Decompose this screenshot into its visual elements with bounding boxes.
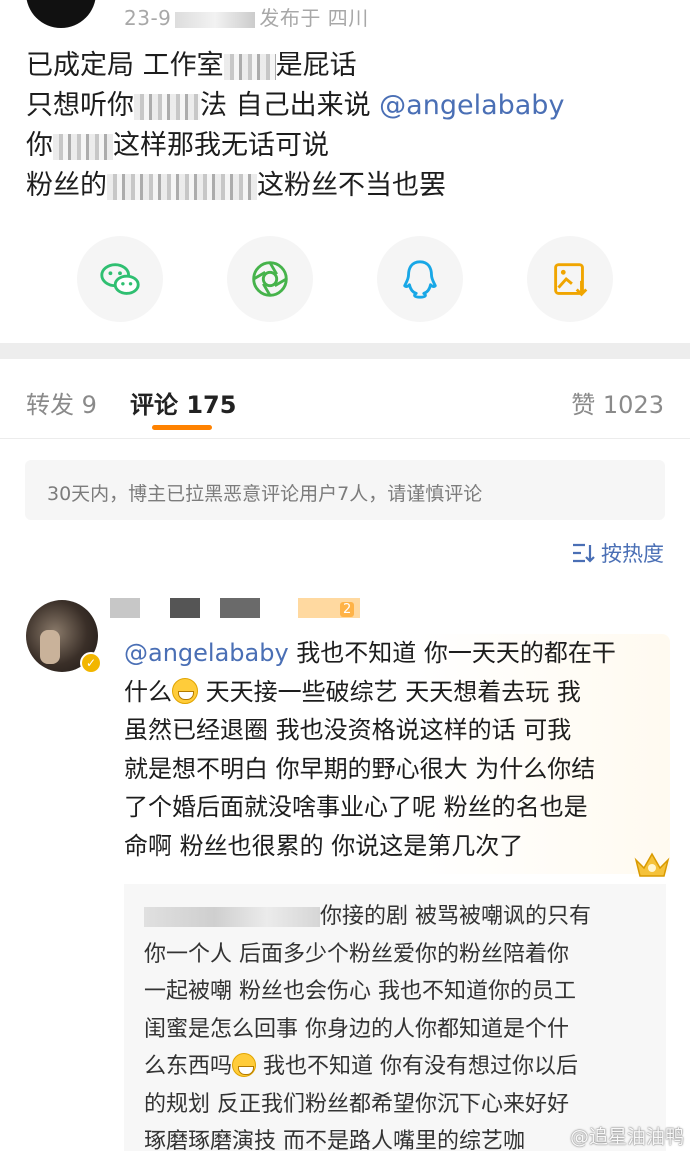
- post-body: 已成定局 工作室 是屁话 只想听你法 自己出来说 @angelababy 你这样那…: [26, 46, 666, 206]
- tab-bar: 转发 9 评论 175 赞 1023: [0, 359, 690, 439]
- post-line: 粉丝的 这粉丝不当也罢: [26, 170, 446, 201]
- post-meta-blur: [175, 11, 256, 28]
- tab-repost[interactable]: 转发 9: [26, 385, 97, 420]
- active-tab-indicator: [152, 425, 212, 430]
- post-location: 发布于 四川: [259, 6, 369, 30]
- comment-text: @angelababy 我也不知道 你一天天的都在干 什么 天天接一些破综艺 天…: [124, 639, 616, 860]
- sort-label: 按热度: [601, 542, 664, 566]
- commenter-name-blur[interactable]: [110, 598, 360, 618]
- reply-author-blur: [144, 907, 320, 927]
- grin-emoji-icon: [172, 677, 198, 704]
- mention-link[interactable]: @angelababy: [124, 639, 289, 667]
- level-badge: 2: [340, 602, 355, 617]
- post-author-avatar[interactable]: [26, 0, 96, 28]
- mosaic-blur: [223, 53, 276, 80]
- share-wechat-button[interactable]: [77, 236, 163, 322]
- sort-icon: [573, 543, 595, 563]
- post-header: 23-9 发布于 四川: [0, 0, 690, 36]
- reply-text: 你接的剧 被骂被嘲讽的只有 你一个人 后面多少个粉丝爱你的粉丝陪着你 一起被嘲 …: [144, 904, 591, 1151]
- post-line: 你这样那我无话可说: [26, 130, 329, 161]
- tab-likes[interactable]: 赞 1023: [571, 385, 664, 420]
- fan-badge-icon: [634, 852, 670, 877]
- wechat-icon: [100, 263, 140, 295]
- block-notice: 30天内，博主已拉黑恶意评论用户7人，请谨慎评论: [25, 460, 665, 520]
- verified-badge-icon: ✓: [80, 652, 102, 674]
- section-divider: [0, 343, 690, 359]
- post-date: 23-9: [124, 6, 172, 30]
- save-image-button[interactable]: [527, 236, 613, 322]
- watermark: @追星油油鸭: [569, 1126, 684, 1148]
- sort-button[interactable]: 按热度: [571, 538, 664, 568]
- mosaic-blur: [134, 93, 200, 120]
- share-row: [0, 236, 690, 326]
- share-qq-button[interactable]: [377, 236, 463, 322]
- grin-emoji-icon: [232, 1053, 257, 1077]
- post-line: 已成定局 工作室 是屁话: [26, 50, 357, 81]
- save-image-icon: [554, 263, 588, 297]
- mosaic-blur: [107, 173, 257, 200]
- post-meta: 23-9 发布于 四川: [124, 2, 369, 31]
- post-line: 只想听你法 自己出来说 @angelababy: [26, 90, 565, 121]
- share-moments-button[interactable]: [227, 236, 313, 322]
- tab-comments[interactable]: 评论 175: [130, 385, 236, 420]
- mosaic-blur: [53, 133, 113, 160]
- moments-icon: [252, 261, 288, 297]
- mention-link[interactable]: @angelababy: [379, 90, 564, 121]
- qq-icon: [403, 260, 437, 299]
